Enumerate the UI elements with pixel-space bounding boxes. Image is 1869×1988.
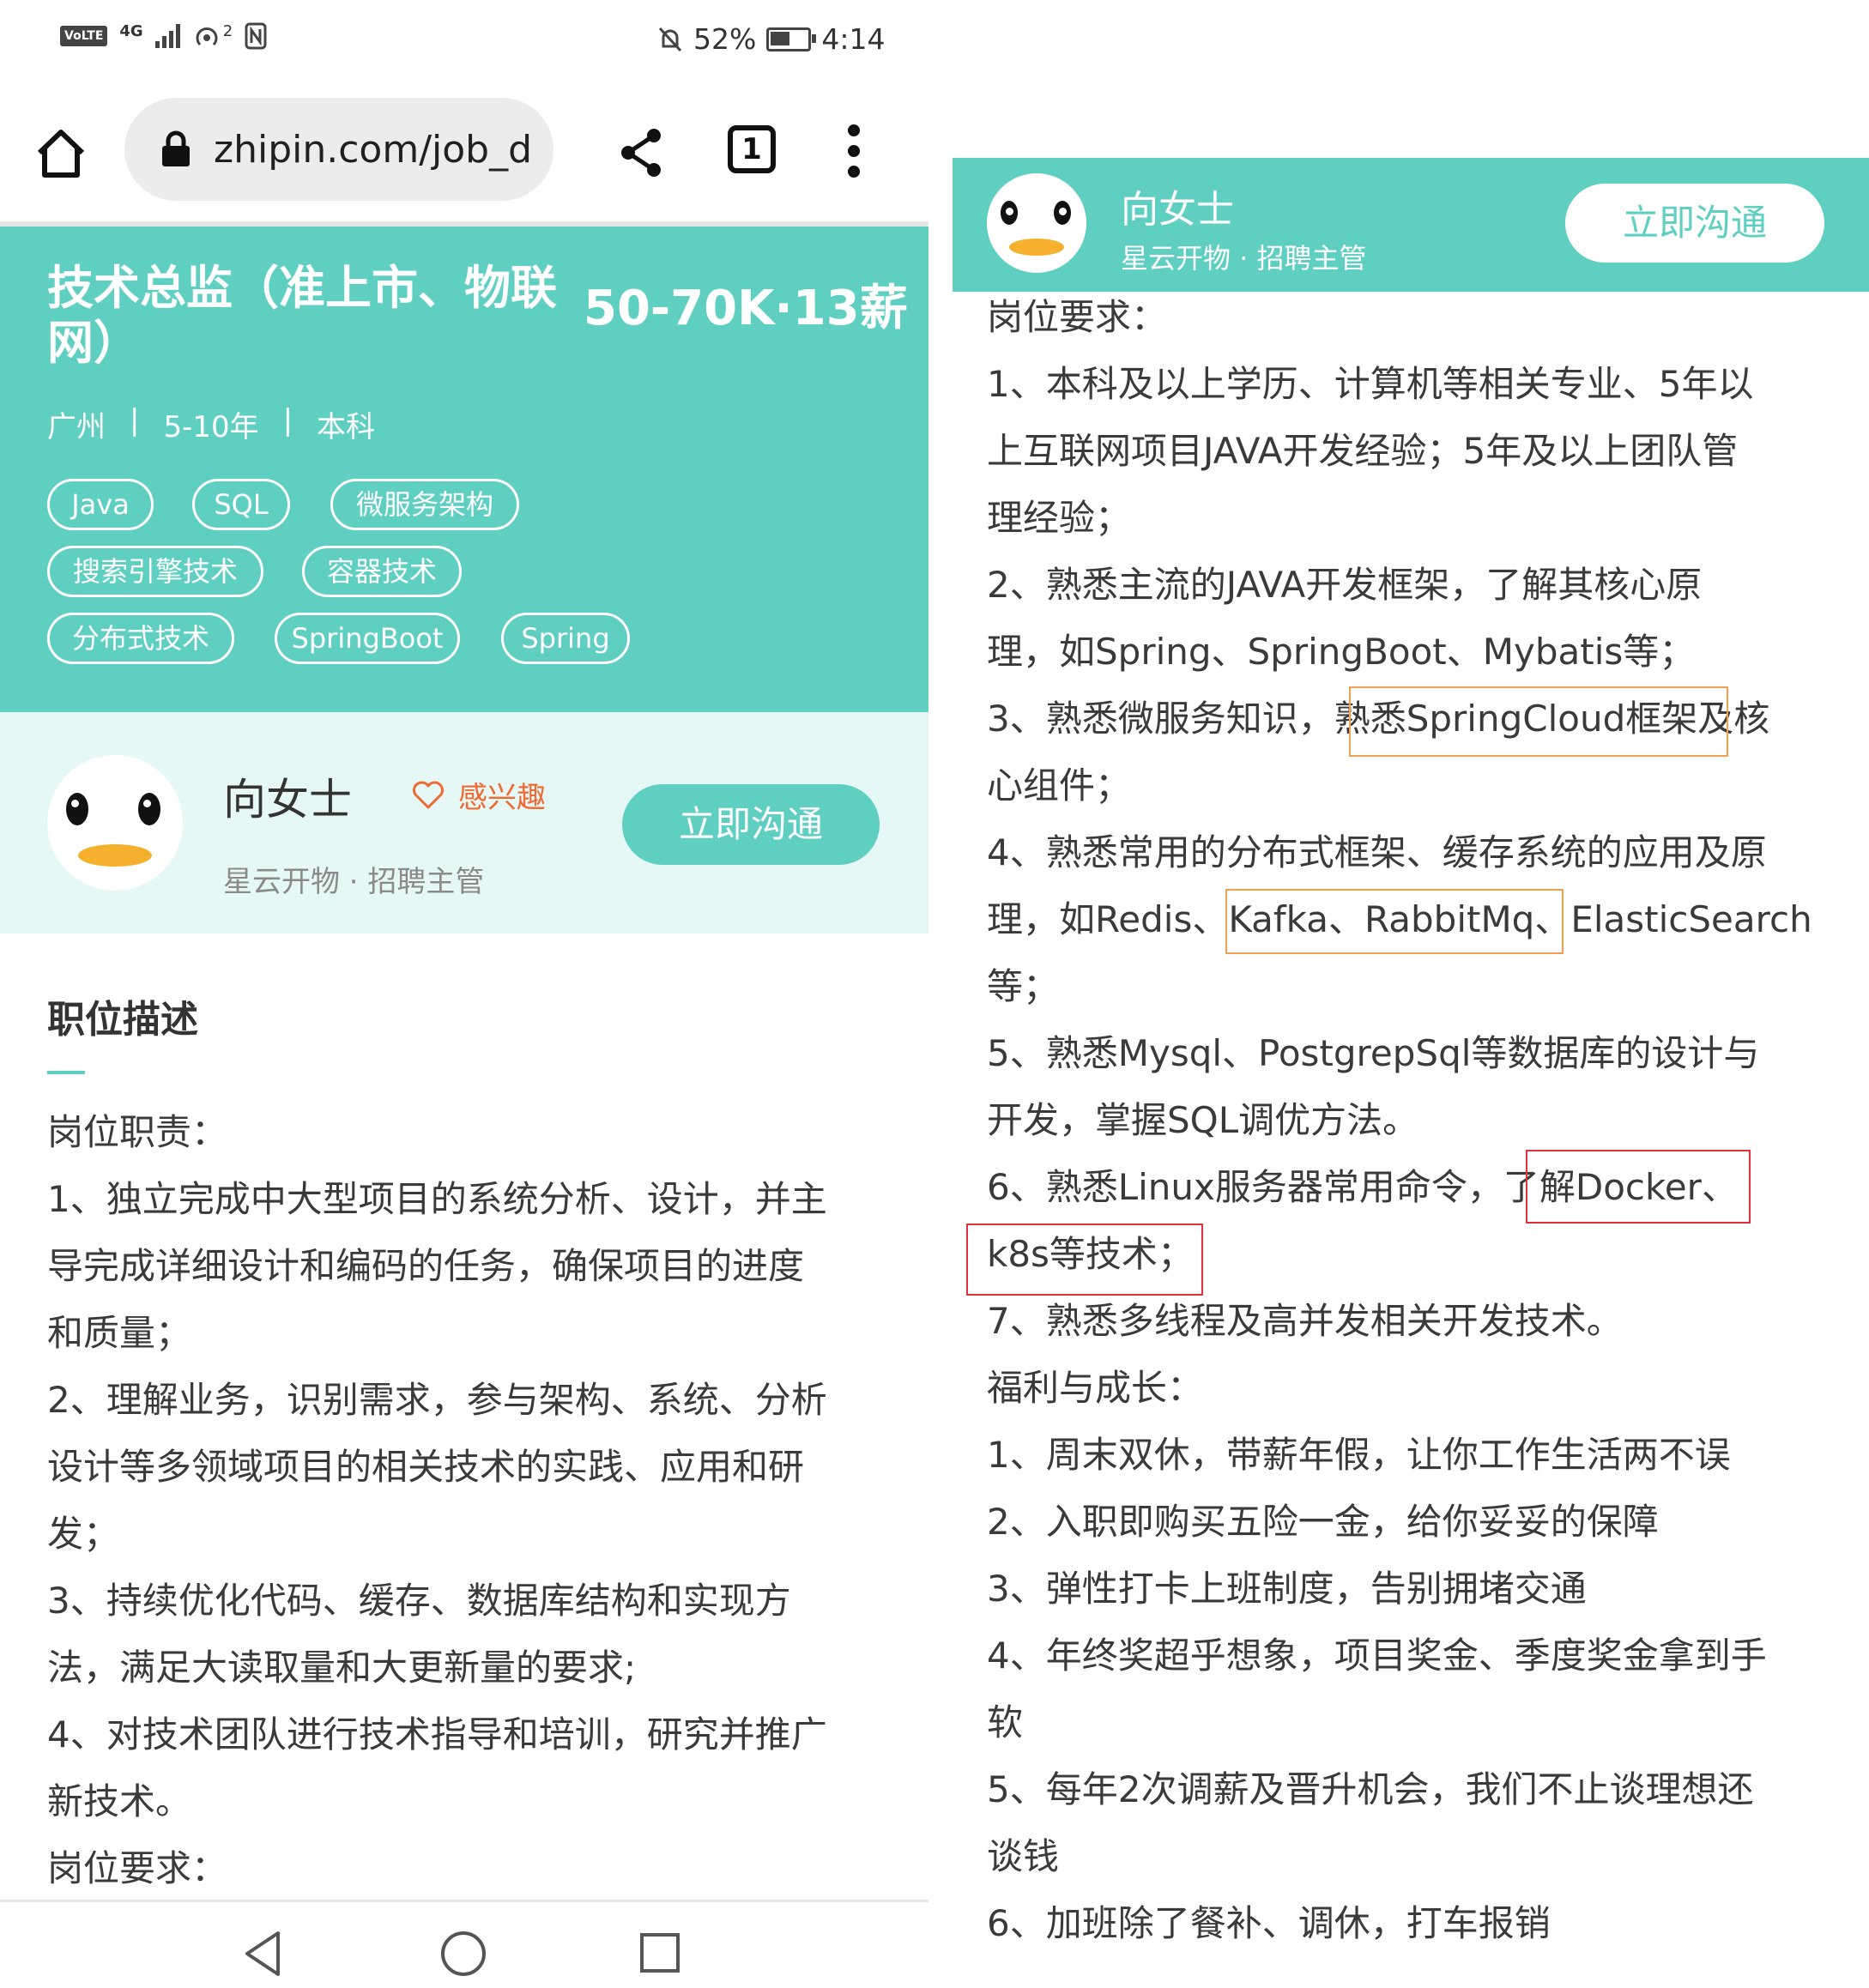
req-line: 心组件；: [987, 764, 1132, 807]
recruiter-company-role: 星云开物 · 招聘主管: [223, 865, 485, 899]
highlight-box-docker: [1526, 1150, 1751, 1224]
desc-line: 和质量；: [47, 1312, 192, 1354]
highlight-box-kafka: [1225, 889, 1564, 954]
req-line: 6、加班除了餐补、调休，打车报销: [987, 1902, 1551, 1944]
right-screenshot: 向女士 星云开物 · 招聘主管 立即沟通 岗位要求： 1、本科及以上学历、计算机…: [937, 0, 1869, 1985]
battery-icon: [766, 27, 817, 51]
req-line: 理经验；: [987, 497, 1132, 539]
desc-line: 导完成详细设计和编码的任务，确保项目的进度: [47, 1245, 805, 1287]
signal-icon: [154, 24, 180, 48]
req-line: 等；: [987, 965, 1060, 1007]
recruiter-name: 向女士: [223, 775, 352, 825]
skill-tag: SpringBoot: [275, 613, 460, 664]
req-line: 福利与成长：: [987, 1367, 1204, 1409]
network-type: 4G: [119, 22, 143, 40]
req-line: 上互联网项目JAVA开发经验；5年及以上团队管: [987, 430, 1739, 472]
section-title: 职位描述: [47, 998, 198, 1042]
job-meta: 广州 | 5-10年 | 本科: [47, 403, 375, 445]
left-screenshot: VoLTE 4G 2 52% 4:14 zhipin.com/job_d 1 技…: [0, 0, 928, 1988]
interest-label: 感兴趣: [458, 781, 546, 815]
req-line: 1、周末双休，带薪年假，让你工作生活两不误: [987, 1434, 1731, 1476]
desc-line: 法，满足大读取量和大更新量的要求;: [47, 1647, 637, 1689]
lock-icon: [162, 130, 190, 166]
desc-line: 发；: [47, 1513, 120, 1555]
desc-line: 岗位职责：: [47, 1111, 228, 1153]
home-icon[interactable]: [34, 127, 88, 180]
recruiter-name: 向女士: [1121, 188, 1234, 232]
more-vert-icon[interactable]: [845, 124, 862, 178]
skill-tag: Spring: [501, 613, 630, 664]
avatar[interactable]: [987, 173, 1086, 273]
address-bar[interactable]: zhipin.com/job_d: [124, 98, 553, 201]
recruiter-company-role: 星云开物 · 招聘主管: [1121, 242, 1367, 275]
desc-line: 设计等多领域项目的相关技术的实践、应用和研: [47, 1446, 805, 1488]
hotspot-icon: [196, 27, 218, 46]
req-line: 开发，掌握SQL调优方法。: [987, 1099, 1419, 1141]
req-line: 4、熟悉常用的分布式框架、缓存系统的应用及原: [987, 831, 1767, 873]
job-title: 技术总监（准上市、物联网）: [47, 261, 557, 370]
desc-line: 4、对技术团队进行技术指导和培训，研究并推广: [47, 1713, 827, 1755]
req-line: 5、每年2次调薪及晋升机会，我们不止谈理想还: [987, 1768, 1754, 1810]
back-nav-icon[interactable]: [242, 1930, 283, 1978]
status-left: VoLTE 4G 2: [60, 22, 267, 50]
req-line: 7、熟悉多线程及高并发相关开发技术。: [987, 1300, 1623, 1342]
recents-nav-icon[interactable]: [638, 1931, 681, 1974]
avatar[interactable]: [47, 755, 183, 891]
status-right: 52% 4:14: [657, 22, 885, 56]
req-line: 3、弹性打卡上班制度，告别拥堵交通: [987, 1568, 1587, 1610]
battery-percent: 52%: [693, 22, 757, 56]
req-line: 谈钱: [987, 1835, 1060, 1877]
desc-line: 岗位要求：: [47, 1847, 228, 1889]
job-education: 本科: [317, 410, 376, 444]
hotspot-count: 2: [222, 22, 233, 40]
desc-line: 1、独立完成中大型项目的系统分析、设计，并主: [47, 1178, 827, 1220]
sticky-recruiter-bar: 向女士 星云开物 · 招聘主管 立即沟通: [953, 158, 1869, 292]
status-bar: VoLTE 4G 2 52% 4:14: [0, 15, 928, 62]
meta-separator: |: [130, 403, 140, 438]
skill-tag: Java: [47, 479, 154, 530]
desc-line: 新技术。: [47, 1780, 192, 1822]
highlight-box-k8s: [966, 1224, 1203, 1296]
highlight-box-springcloud: [1349, 686, 1728, 757]
share-icon[interactable]: [618, 127, 664, 178]
nfc-icon: [245, 22, 267, 50]
req-line: 5、熟悉Mysql、PostgrepSql等数据库的设计与: [987, 1032, 1760, 1074]
meta-separator: |: [282, 403, 293, 438]
skill-tag: 搜索引擎技术: [47, 546, 263, 597]
skill-tag: 微服务架构: [330, 479, 519, 530]
desc-line: 3、持续优化代码、缓存、数据库结构和实现方: [47, 1580, 791, 1622]
req-line: 软: [987, 1701, 1024, 1743]
skill-tag: 分布式技术: [47, 613, 234, 664]
skill-tag: 容器技术: [302, 546, 462, 597]
clock: 4:14: [821, 22, 886, 56]
job-city: 广州: [47, 410, 106, 444]
home-nav-icon[interactable]: [439, 1930, 487, 1978]
url-text: zhipin.com/job_d: [214, 127, 533, 172]
recruiter-card: 向女士 感兴趣 星云开物 · 招聘主管 立即沟通: [0, 712, 928, 934]
job-experience: 5-10年: [163, 410, 259, 444]
volte-badge: VoLTE: [60, 26, 108, 46]
chat-now-button[interactable]: 立即沟通: [1565, 184, 1824, 263]
chat-now-button[interactable]: 立即沟通: [622, 784, 880, 865]
section-accent-line: [47, 1071, 85, 1074]
mute-bell-icon: [658, 27, 682, 51]
req-line: 1、本科及以上学历、计算机等相关专业、5年以: [987, 363, 1754, 405]
system-nav-bar: [0, 1900, 928, 1988]
skill-tag: SQL: [192, 479, 290, 530]
tabs-icon[interactable]: 1: [728, 125, 776, 173]
req-line: 4、年终奖超乎想象，项目奖金、季度奖金拿到手: [987, 1635, 1767, 1677]
job-salary: 50-70K·13薪: [584, 281, 908, 336]
job-header: 技术总监（准上市、物联网） 50-70K·13薪 广州 | 5-10年 | 本科…: [0, 227, 928, 712]
req-line: 2、入职即购买五险一金，给你妥妥的保障: [987, 1501, 1659, 1543]
heart-icon: [413, 781, 444, 808]
req-line: 理，如Spring、SpringBoot、Mybatis等；: [987, 631, 1696, 673]
desc-line: 2、理解业务，识别需求，参与架构、系统、分析: [47, 1379, 827, 1421]
req-line: 岗位要求：: [987, 296, 1168, 338]
browser-toolbar: zhipin.com/job_d 1: [0, 93, 928, 221]
req-line: 2、熟悉主流的JAVA开发框架，了解其核心原: [987, 564, 1703, 606]
interest-toggle[interactable]: 感兴趣: [412, 774, 546, 816]
